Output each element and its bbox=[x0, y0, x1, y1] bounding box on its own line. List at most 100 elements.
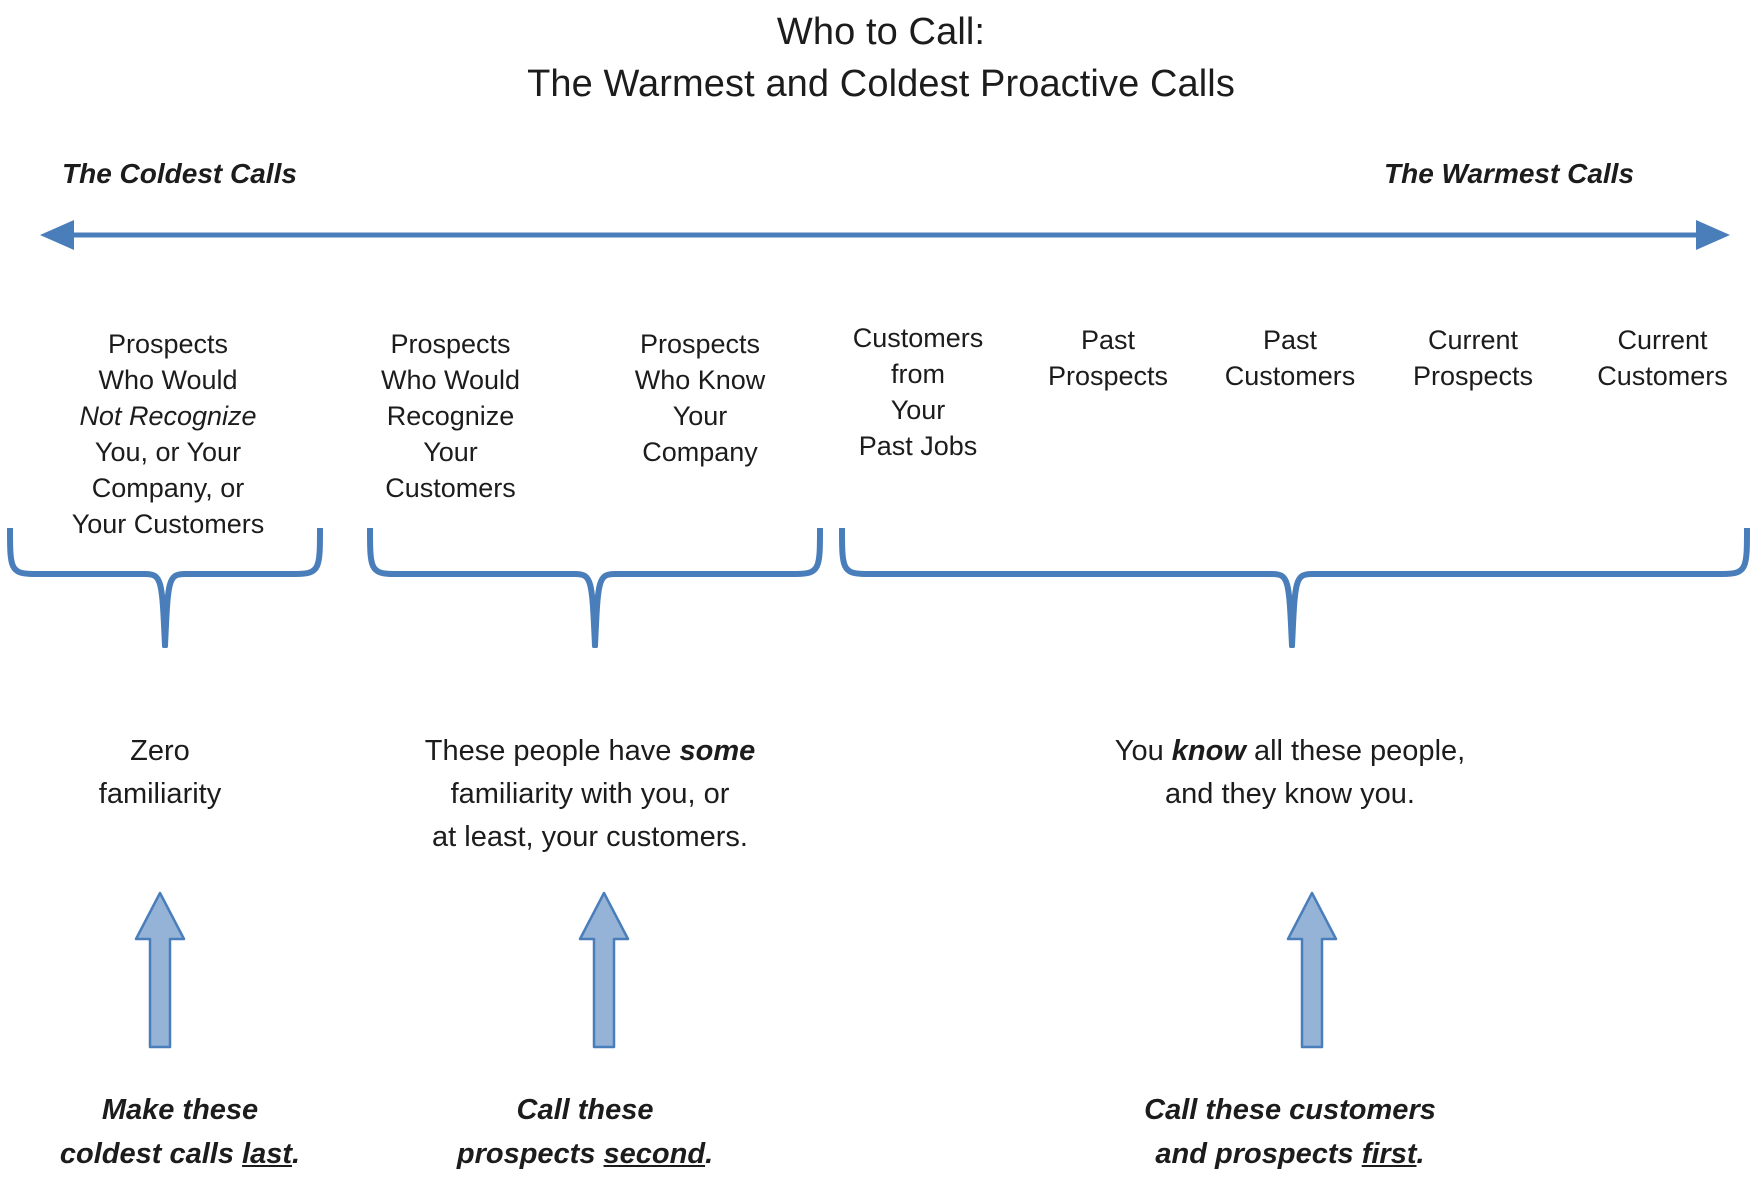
text-run: Recognize bbox=[386, 401, 515, 431]
text-run: coldest calls bbox=[59, 1138, 243, 1170]
category-line: Past Jobs bbox=[818, 428, 1018, 464]
category-line: Customers bbox=[818, 320, 1018, 356]
caption-line: at least, your customers. bbox=[355, 816, 825, 859]
caption-line: Zero bbox=[40, 730, 280, 773]
text-run: . bbox=[705, 1138, 714, 1170]
action-line: Call these bbox=[400, 1088, 770, 1132]
group-caption-coldest: Zero familiarity bbox=[40, 730, 280, 816]
category-label-current-customers: Current Customers bbox=[1570, 322, 1755, 394]
text-run: Prospects bbox=[1047, 361, 1169, 391]
category-line: Who Would bbox=[58, 362, 278, 398]
text-run: . bbox=[292, 1138, 301, 1170]
action-line: Make these bbox=[10, 1088, 350, 1132]
category-line: Your bbox=[818, 392, 1018, 428]
action-caption-coldest: Make these coldest calls last. bbox=[10, 1088, 350, 1176]
category-line: Current bbox=[1378, 322, 1568, 358]
category-line: Prospects bbox=[600, 326, 800, 362]
text-run: all these people, bbox=[1245, 735, 1466, 767]
text-run: Make these bbox=[101, 1094, 259, 1126]
text-run: second bbox=[603, 1138, 706, 1170]
action-caption-known-people: Call these customers and prospects first. bbox=[1080, 1088, 1500, 1176]
text-run: know bbox=[1171, 735, 1246, 767]
category-line: Customers bbox=[348, 470, 553, 506]
text-run: Customers bbox=[385, 473, 516, 503]
text-run: Past bbox=[1262, 325, 1318, 355]
text-run: some bbox=[679, 735, 756, 767]
spectrum-double-arrow bbox=[40, 220, 1730, 250]
text-run: Customers bbox=[852, 323, 984, 353]
text-run: and prospects bbox=[1155, 1138, 1362, 1170]
caption-line: You know all these people, bbox=[1020, 730, 1560, 773]
brace-known-people-group bbox=[839, 528, 1750, 648]
text-run: and they know you. bbox=[1165, 778, 1415, 810]
text-run: Customers bbox=[1597, 361, 1728, 391]
diagram-canvas: Who to Call: The Warmest and Coldest Pro… bbox=[0, 0, 1762, 1180]
text-run: Prospects bbox=[390, 329, 511, 359]
text-run: Company bbox=[642, 437, 758, 467]
category-label-customers-from-your-past-jobs: Customers from Your Past Jobs bbox=[818, 320, 1018, 464]
category-line: Your bbox=[600, 398, 800, 434]
text-run: Prospects bbox=[107, 329, 229, 359]
caption-line: familiarity bbox=[40, 773, 280, 816]
category-line: Company bbox=[600, 434, 800, 470]
text-run: You, or Your bbox=[94, 437, 242, 467]
page-title: Who to Call: The Warmest and Coldest Pro… bbox=[0, 0, 1762, 110]
category-label-past-prospects: Past Prospects bbox=[1018, 322, 1198, 394]
category-line: Prospects bbox=[348, 326, 553, 362]
category-label-past-customers: Past Customers bbox=[1200, 322, 1380, 394]
up-arrow-known-people bbox=[1286, 891, 1338, 1049]
category-line: Who Would bbox=[348, 362, 553, 398]
action-line: coldest calls last. bbox=[10, 1132, 350, 1176]
spectrum-left-label: The Coldest Calls bbox=[62, 158, 297, 189]
text-run: Prospects bbox=[639, 329, 761, 359]
text-run: You bbox=[1114, 735, 1172, 767]
text-run: Not Recognize bbox=[79, 401, 257, 431]
category-line: Prospects bbox=[1378, 358, 1568, 394]
category-line: from bbox=[818, 356, 1018, 392]
brace-coldest-group bbox=[7, 528, 323, 648]
text-run: . bbox=[1416, 1138, 1425, 1170]
title-line-2: The Warmest and Coldest Proactive Calls bbox=[527, 63, 1235, 105]
category-line: Your bbox=[348, 434, 553, 470]
caption-line: familiarity with you, or bbox=[355, 773, 825, 816]
action-caption-some-familiarity: Call these prospects second. bbox=[400, 1088, 770, 1176]
text-run: Who Would bbox=[380, 365, 521, 395]
category-line: You, or Your bbox=[58, 434, 278, 470]
text-run: Zero bbox=[130, 735, 190, 767]
category-label-prospects-who-know-your-company: Prospects Who Know Your Company bbox=[600, 326, 800, 470]
text-run: from bbox=[891, 359, 945, 389]
text-run: Current bbox=[1617, 325, 1708, 355]
group-caption-known-people: You know all these people, and they know … bbox=[1020, 730, 1560, 816]
category-line: Not Recognize bbox=[58, 398, 278, 434]
group-caption-some-familiarity: These people have some familiarity with y… bbox=[355, 730, 825, 859]
text-run: Who Would bbox=[98, 365, 238, 395]
text-run: at least, your customers. bbox=[432, 821, 748, 853]
category-label-prospects-who-would-recognize: Prospects Who Would Recognize Your Customers bbox=[348, 326, 553, 506]
category-line: Customers bbox=[1200, 358, 1380, 394]
category-line: Customers bbox=[1570, 358, 1755, 394]
text-run: prospects bbox=[456, 1138, 604, 1170]
text-run: Customers bbox=[1224, 361, 1356, 391]
category-line: Prospects bbox=[1018, 358, 1198, 394]
spectrum-right-label: The Warmest Calls bbox=[1384, 158, 1635, 189]
text-run: Past bbox=[1080, 325, 1136, 355]
text-run: Your bbox=[890, 395, 946, 425]
category-line: Recognize bbox=[348, 398, 553, 434]
text-run: Call these customers bbox=[1144, 1094, 1436, 1126]
category-label-prospects-who-would-not-recognize: Prospects Who Would Not Recognize You, or Y… bbox=[58, 326, 278, 542]
action-line: Call these customers bbox=[1080, 1088, 1500, 1132]
category-line: Past bbox=[1200, 322, 1380, 358]
text-run: Current bbox=[1427, 325, 1519, 355]
action-line: prospects second. bbox=[400, 1132, 770, 1176]
up-arrow-some-familiarity bbox=[578, 891, 630, 1049]
text-run: Your bbox=[672, 401, 728, 431]
text-run: familiarity bbox=[98, 778, 222, 810]
category-line: Who Know bbox=[600, 362, 800, 398]
text-run: Company, or bbox=[91, 473, 245, 503]
text-run: Past Jobs bbox=[858, 431, 978, 461]
caption-line: and they know you. bbox=[1020, 773, 1560, 816]
category-label-current-prospects: Current Prospects bbox=[1378, 322, 1568, 394]
category-line: Company, or bbox=[58, 470, 278, 506]
text-run: Your bbox=[423, 437, 478, 467]
up-arrow-coldest bbox=[134, 891, 186, 1049]
